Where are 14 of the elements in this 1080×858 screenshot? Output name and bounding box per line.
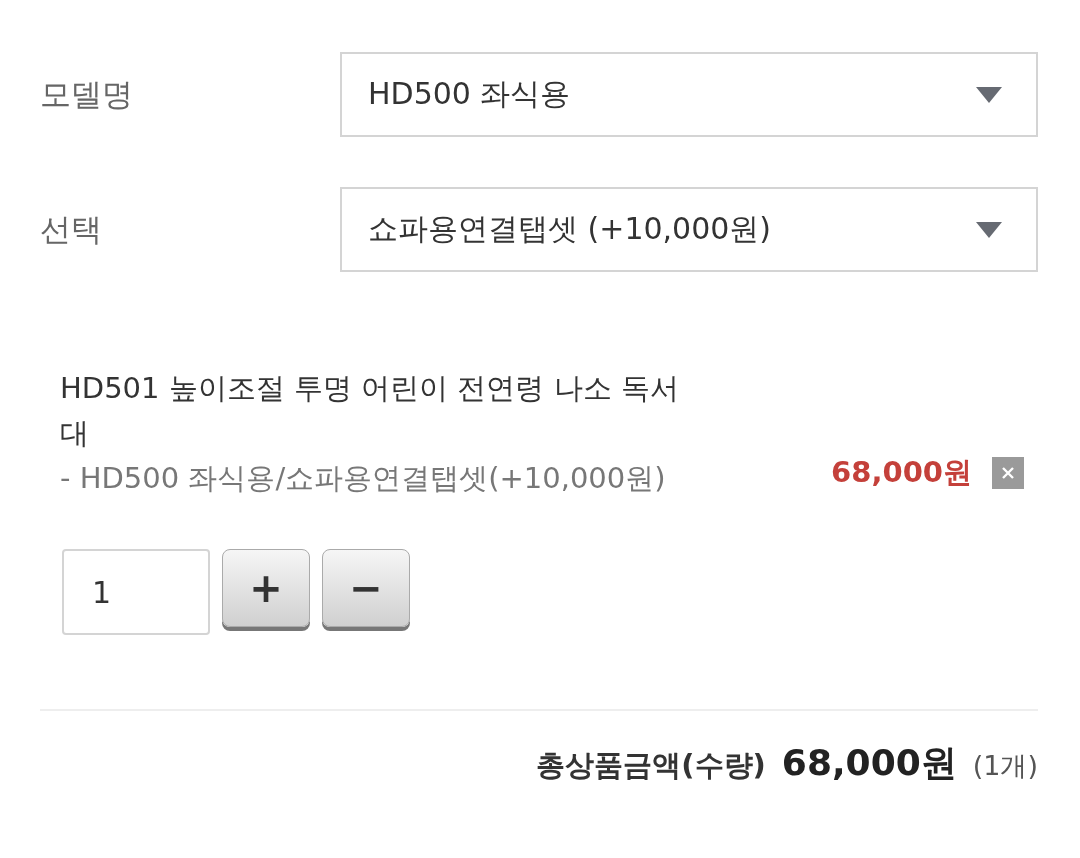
- option-label: 모델명: [40, 74, 134, 114]
- select-dropdown[interactable]: 쇼파용연결탭셋 (+10,000원): [340, 187, 1038, 272]
- caret-icon: [976, 86, 1002, 103]
- product-name: HD501 높이조절 투명 어린이 전연령 나소 독서대: [60, 370, 680, 452]
- item-price: 68,000원: [831, 454, 972, 491]
- total-count: (1개): [972, 749, 1038, 783]
- total-label: 총상품금액(수량): [536, 747, 766, 784]
- select-dropdown[interactable]: HD500 좌식용: [340, 52, 1038, 137]
- option-text: - HD500 좌식용/쇼파용연결탭셋(+10,000원): [60, 460, 667, 497]
- close-icon[interactable]: [992, 457, 1024, 489]
- quantity-field[interactable]: 1: [62, 549, 210, 635]
- total-amount: 68,000원: [781, 741, 957, 785]
- caret-icon: [976, 221, 1002, 238]
- option-label: 선택: [40, 209, 103, 249]
